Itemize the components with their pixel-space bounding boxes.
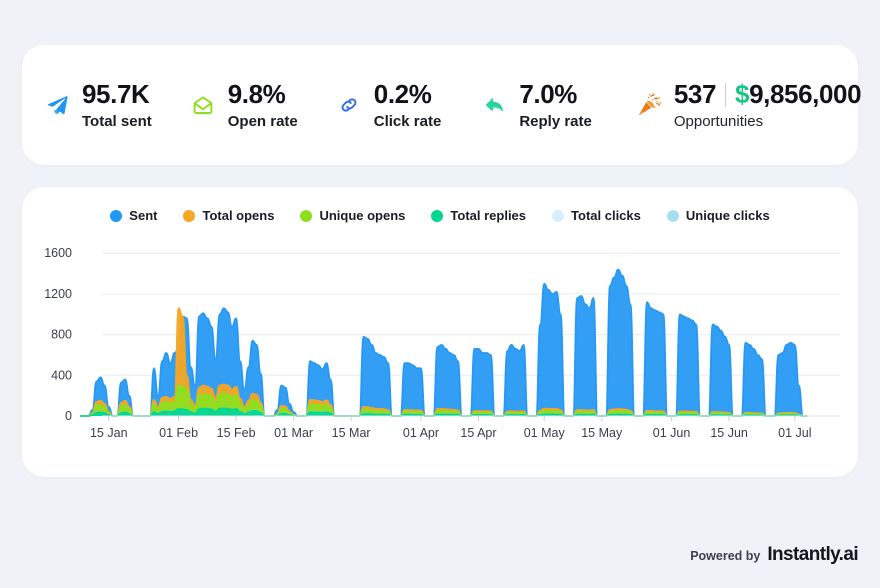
stat-value: 0.2% <box>373 79 432 110</box>
legend-item[interactable]: Total replies <box>431 208 526 223</box>
chart-plot-area: 0 400 800 1200 1600 15 Jan 01 Feb 15 Feb 01 Mar 1… <box>22 235 858 450</box>
y-axis-tick-label: 1600 <box>44 246 72 260</box>
stat-label: Total sent <box>82 112 152 130</box>
powered-by-label: Powered by <box>690 549 761 563</box>
send-icon <box>44 92 70 118</box>
stat-reply-rate: 7.0% Reply rate <box>461 80 592 130</box>
legend-item[interactable]: Total clicks <box>552 208 641 223</box>
opportunities-amount-number: 9,856,000 <box>749 79 862 110</box>
x-axis-tick-label: 01 Jun <box>653 426 691 440</box>
legend-label: Unique opens <box>319 208 406 223</box>
stat-open-rate: 9.8% Open rate <box>170 80 298 130</box>
legend-color-dot <box>110 209 123 222</box>
legend-label: Total opens <box>202 208 275 223</box>
area-chart-svg: 0 400 800 1200 1600 15 Jan 01 Feb 15 Feb 01 Mar 1… <box>44 246 840 440</box>
party-popper-icon <box>636 92 662 118</box>
stats-summary-card: 95.7K Total sent 9.8% Open rate 0.2% Cli… <box>22 45 862 165</box>
opportunities-amount: $9,856,000 <box>735 79 862 110</box>
stat-value: 7.0% <box>519 79 577 110</box>
x-axis-tick-label: 01 May <box>524 426 566 440</box>
y-axis-tick-label: 0 <box>65 409 72 423</box>
dollar-symbol: $ <box>735 79 750 110</box>
x-axis-tick-label: 15 Jan <box>90 426 128 440</box>
x-axis-tick-label: 15 Apr <box>460 426 496 440</box>
y-axis-tick-label: 400 <box>51 368 72 382</box>
reply-arrow-icon <box>481 92 507 118</box>
stat-total-sent: 95.7K Total sent <box>24 80 152 130</box>
stat-opportunities: 537 $9,856,000 Opportunities <box>616 79 862 130</box>
opportunities-value-group: 537 $9,856,000 <box>673 79 862 110</box>
legend-color-dot <box>666 209 679 222</box>
x-axis-tick-label: 01 Feb <box>159 426 198 440</box>
legend-item[interactable]: Unique clicks <box>666 208 770 223</box>
analytics-chart-card: Sent Total opens Unique opens Total replies… <box>22 187 858 477</box>
x-axis-tick-label: 01 Jul <box>778 426 811 440</box>
legend-item[interactable]: Total opens <box>183 208 274 223</box>
legend-label: Total clicks <box>571 208 641 223</box>
x-axis-tick-label: 15 May <box>581 426 623 440</box>
x-axis-tick-label: 15 Mar <box>332 426 371 440</box>
envelope-open-icon <box>190 92 216 118</box>
link-icon <box>336 92 362 118</box>
powered-by-footer: Powered by Instantly.ai <box>690 544 858 566</box>
y-axis-tick-label: 1200 <box>44 287 72 301</box>
x-axis-tick-label: 01 Mar <box>274 426 313 440</box>
legend-label: Unique clicks <box>685 208 770 223</box>
value-divider <box>725 82 727 107</box>
stat-value: 95.7K <box>82 79 150 110</box>
y-axis-tick-label: 800 <box>51 328 72 342</box>
x-axis-tick-label: 15 Jun <box>710 426 748 440</box>
legend-color-dot <box>183 209 196 222</box>
stat-label: Open rate <box>227 112 298 130</box>
stat-value: 9.8% <box>227 79 286 110</box>
legend-color-dot <box>431 209 444 222</box>
stat-label: Reply rate <box>519 112 592 130</box>
chart-legend: Sent Total opens Unique opens Total replies… <box>22 187 858 223</box>
legend-label: Sent <box>129 208 158 223</box>
brand-name: Instantly.ai <box>767 544 858 565</box>
legend-color-dot <box>300 209 313 222</box>
stat-label: Opportunities <box>673 112 764 130</box>
dashboard-page: 95.7K Total sent 9.8% Open rate 0.2% Cli… <box>0 45 880 588</box>
legend-item[interactable]: Unique opens <box>300 208 405 223</box>
stat-click-rate: 0.2% Click rate <box>316 79 442 130</box>
x-axis-tick-label: 01 Apr <box>403 426 439 440</box>
stat-label: Click rate <box>373 112 442 130</box>
opportunities-count: 537 <box>673 79 717 110</box>
x-axis-tick-label: 15 Feb <box>217 426 256 440</box>
legend-item[interactable]: Sent <box>110 208 157 223</box>
legend-color-dot <box>552 209 565 222</box>
legend-label: Total replies <box>450 208 527 223</box>
